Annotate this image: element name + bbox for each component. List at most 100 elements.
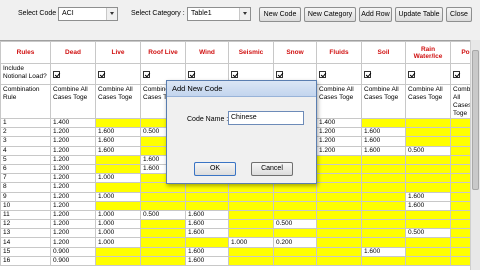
load-factor-cell[interactable]: 1.400 — [316, 117, 362, 129]
load-factor-cell[interactable]: 0.500 — [405, 228, 451, 239]
load-factor-cell[interactable] — [450, 136, 470, 147]
load-factor-cell[interactable] — [228, 182, 274, 193]
column-header[interactable]: Seismic — [228, 41, 274, 64]
load-factor-cell[interactable]: 1.200 — [316, 136, 362, 147]
column-header[interactable]: Rules — [0, 41, 51, 64]
load-factor-cell[interactable] — [450, 200, 470, 211]
load-factor-cell[interactable] — [95, 182, 141, 193]
load-factor-cell[interactable]: 1.200 — [50, 145, 96, 156]
load-factor-cell[interactable]: 0.500 — [140, 209, 186, 221]
close-button[interactable]: Close — [446, 7, 472, 22]
load-factor-cell[interactable] — [273, 228, 317, 239]
combination-rule-cell[interactable]: Combine All Cases Toge — [95, 84, 141, 119]
load-factor-cell[interactable]: 1.200 — [50, 219, 96, 230]
load-factor-cell[interactable] — [405, 163, 451, 175]
load-factor-cell[interactable] — [405, 182, 451, 193]
load-factor-cell[interactable] — [450, 209, 470, 221]
load-factor-cell[interactable]: 1.600 — [185, 246, 229, 257]
load-factor-cell[interactable] — [405, 255, 451, 267]
load-factor-cell[interactable] — [361, 255, 406, 267]
load-factor-cell[interactable] — [228, 228, 274, 239]
vertical-scrollbar[interactable] — [470, 40, 480, 270]
load-factor-cell[interactable] — [405, 209, 451, 221]
load-factor-cell[interactable]: 1.400 — [50, 117, 96, 129]
load-factor-cell[interactable] — [405, 237, 451, 248]
load-factor-cell[interactable]: 1.000 — [95, 228, 141, 239]
load-factor-cell[interactable]: 1.600 — [95, 127, 141, 138]
cancel-button[interactable]: Cancel — [251, 162, 293, 176]
load-factor-cell[interactable] — [450, 191, 470, 202]
load-factor-cell[interactable] — [185, 200, 229, 211]
load-factor-cell[interactable] — [316, 219, 362, 230]
load-factor-cell[interactable] — [361, 191, 406, 202]
load-factor-cell[interactable]: 1.600 — [95, 145, 141, 156]
load-factor-cell[interactable] — [450, 145, 470, 156]
load-factor-cell[interactable] — [95, 154, 141, 165]
load-factor-cell[interactable] — [228, 255, 274, 267]
load-factor-cell[interactable] — [316, 209, 362, 221]
load-factor-cell[interactable] — [405, 219, 451, 230]
load-factor-cell[interactable] — [316, 163, 362, 175]
load-factor-cell[interactable]: 1.600 — [95, 136, 141, 147]
load-factor-cell[interactable] — [361, 154, 406, 165]
column-header[interactable]: Soil — [361, 41, 406, 64]
load-factor-cell[interactable]: 1.600 — [185, 255, 229, 267]
load-factor-cell[interactable] — [228, 219, 274, 230]
load-factor-cell[interactable] — [405, 173, 451, 184]
column-header[interactable]: Wind — [185, 41, 229, 64]
load-factor-cell[interactable]: 1.000 — [95, 209, 141, 221]
load-factor-cell[interactable] — [228, 191, 274, 202]
load-factor-cell[interactable] — [361, 182, 406, 193]
load-factor-cell[interactable] — [228, 246, 274, 257]
combination-rule-cell[interactable]: Combine All Cases Toge — [450, 84, 470, 119]
notional-load-checkbox[interactable] — [319, 71, 326, 78]
load-factor-cell[interactable] — [361, 228, 406, 239]
update-table-button[interactable]: Update Table — [395, 7, 443, 22]
load-factor-cell[interactable]: 1.000 — [228, 237, 274, 248]
combination-rule-cell[interactable]: Combine All Cases Toge — [361, 84, 406, 119]
load-factor-cell[interactable] — [450, 228, 470, 239]
load-factor-cell[interactable]: 0.500 — [273, 219, 317, 230]
load-factor-cell[interactable] — [316, 246, 362, 257]
load-factor-cell[interactable]: 0.900 — [50, 246, 96, 257]
load-factor-cell[interactable] — [95, 246, 141, 257]
load-factor-cell[interactable] — [450, 182, 470, 193]
load-factor-cell[interactable] — [361, 237, 406, 248]
load-factor-cell[interactable] — [273, 209, 317, 221]
scrollbar-thumb[interactable] — [472, 50, 479, 190]
load-factor-cell[interactable] — [316, 182, 362, 193]
load-factor-cell[interactable]: 1.000 — [95, 173, 141, 184]
load-factor-cell[interactable] — [450, 117, 470, 129]
load-factor-cell[interactable] — [361, 200, 406, 211]
notional-load-checkbox[interactable] — [53, 71, 60, 78]
load-factor-cell[interactable] — [140, 246, 186, 257]
new-category-button[interactable]: New Category — [304, 7, 356, 22]
load-factor-cell[interactable] — [450, 163, 470, 175]
column-header[interactable]: Fluids — [316, 41, 362, 64]
column-header[interactable]: Live — [95, 41, 141, 64]
load-factor-cell[interactable] — [273, 182, 317, 193]
load-factor-cell[interactable] — [405, 127, 451, 138]
notional-load-checkbox[interactable] — [364, 71, 371, 78]
load-factor-cell[interactable]: 1.200 — [50, 173, 96, 184]
column-header[interactable]: Rain Water/Ice — [405, 41, 451, 64]
load-factor-cell[interactable]: 1.600 — [361, 136, 406, 147]
load-factor-cell[interactable]: 1.600 — [361, 127, 406, 138]
load-factor-cell[interactable]: 1.600 — [185, 228, 229, 239]
load-factor-cell[interactable] — [185, 191, 229, 202]
load-factor-cell[interactable] — [450, 246, 470, 257]
load-factor-cell[interactable] — [140, 182, 186, 193]
load-factor-cell[interactable] — [95, 163, 141, 175]
notional-load-checkbox[interactable] — [143, 71, 150, 78]
load-factor-cell[interactable] — [140, 219, 186, 230]
column-header[interactable]: Roof Live — [140, 41, 186, 64]
load-factor-cell[interactable]: 1.200 — [50, 154, 96, 165]
load-factor-cell[interactable]: 1.200 — [50, 182, 96, 193]
load-factor-cell[interactable] — [140, 228, 186, 239]
new-code-button[interactable]: New Code — [259, 7, 301, 22]
load-factor-cell[interactable]: 1.200 — [50, 237, 96, 248]
load-factor-cell[interactable]: 1.000 — [95, 191, 141, 202]
load-factor-cell[interactable] — [450, 255, 470, 267]
load-factor-cell[interactable]: 0.500 — [405, 145, 451, 156]
load-factor-cell[interactable] — [361, 219, 406, 230]
